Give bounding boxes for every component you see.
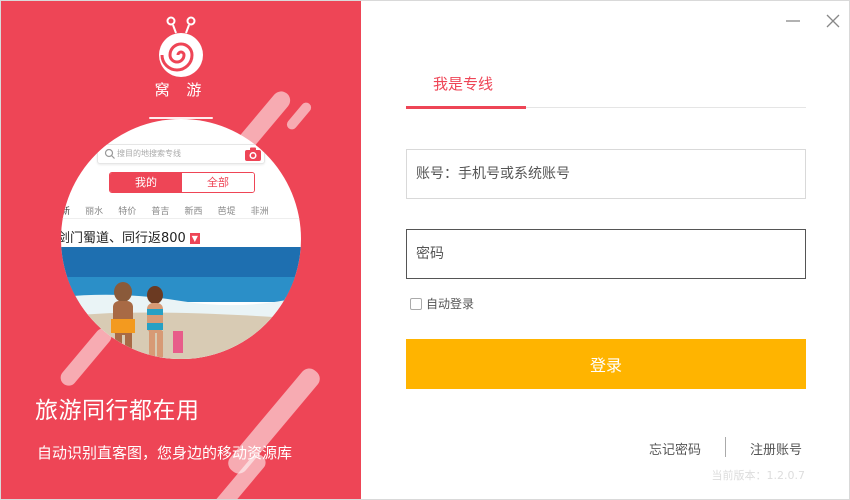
category-item: 芭堤 <box>217 207 236 217</box>
brand-tagline: 旅游同行都在用 <box>35 398 200 424</box>
preview-search-bar: 搜目的地搜索专线 <box>97 144 265 164</box>
segment-all: 全部 <box>182 173 254 192</box>
snail-logo-icon <box>151 15 211 83</box>
decor-stripe <box>284 100 314 132</box>
camera-icon <box>245 147 261 161</box>
tab-active-indicator <box>406 106 526 109</box>
login-window: 窝 游 搜目的地搜索专线 我的 全部 新 丽水 特价 普吉 新西 芭堤 非洲 剑… <box>0 0 850 500</box>
tab-specialist[interactable]: 我是专线 <box>433 73 493 94</box>
brand-subline: 自动识别直客图，您身边的移动资源库 <box>37 444 293 462</box>
gift-icon: ▼ <box>189 233 200 244</box>
category-item: 特价 <box>118 207 137 217</box>
auto-login-toggle[interactable]: 自动登录 <box>410 295 474 312</box>
preview-promo-title: 剑门蜀道、同行返800 ▼ <box>61 227 200 246</box>
password-input[interactable] <box>406 229 806 279</box>
account-input[interactable] <box>406 149 806 199</box>
forgot-password-link[interactable]: 忘记密码 <box>649 439 701 458</box>
minimize-icon[interactable] <box>783 11 803 31</box>
auto-login-checkbox[interactable] <box>410 297 422 310</box>
register-link[interactable]: 注册账号 <box>750 439 802 458</box>
version-label: 当前版本：1.2.0.7 <box>711 469 805 482</box>
category-item: 新 <box>61 207 71 217</box>
category-item: 新西 <box>184 207 203 217</box>
category-item: 普吉 <box>151 207 170 217</box>
search-icon <box>104 148 115 159</box>
auto-login-label: 自动登录 <box>426 297 475 311</box>
close-icon[interactable] <box>823 11 843 31</box>
promo-text: 剑门蜀道、同行返800 <box>61 231 186 246</box>
link-separator <box>725 437 726 457</box>
brand-name: 窝 游 <box>154 81 208 99</box>
category-item: 非洲 <box>250 207 269 217</box>
category-item: 丽水 <box>85 207 104 217</box>
preview-categories: 新 丽水 特价 普吉 新西 芭堤 非洲 <box>61 199 301 219</box>
segment-mine: 我的 <box>110 173 182 192</box>
beach-photo <box>61 247 301 359</box>
app-preview: 搜目的地搜索专线 我的 全部 新 丽水 特价 普吉 新西 芭堤 非洲 剑门蜀道、… <box>61 119 301 359</box>
preview-segment-toggle: 我的 全部 <box>109 172 255 193</box>
brand-panel: 窝 游 搜目的地搜索专线 我的 全部 新 丽水 特价 普吉 新西 芭堤 非洲 剑… <box>1 1 361 499</box>
preview-search-placeholder: 搜目的地搜索专线 <box>117 149 181 158</box>
login-button[interactable]: 登录 <box>406 339 806 389</box>
